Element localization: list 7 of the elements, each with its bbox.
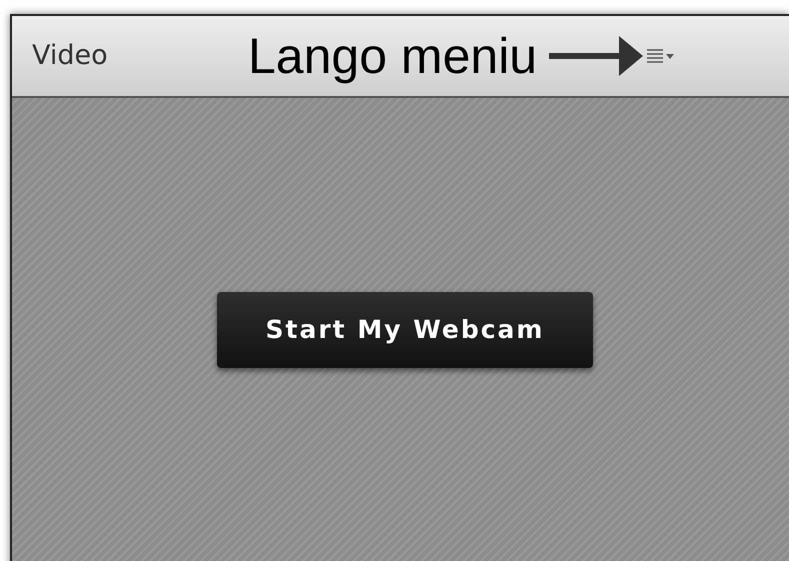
menu-icon	[647, 49, 664, 63]
caret-icon	[666, 54, 674, 58]
start-webcam-button[interactable]: Start My Webcam	[217, 292, 593, 368]
panel-title: Video	[32, 38, 109, 73]
menu-button[interactable]	[647, 49, 674, 63]
arrow-icon	[549, 36, 644, 76]
annotation-label: Lango meniu	[248, 31, 538, 81]
